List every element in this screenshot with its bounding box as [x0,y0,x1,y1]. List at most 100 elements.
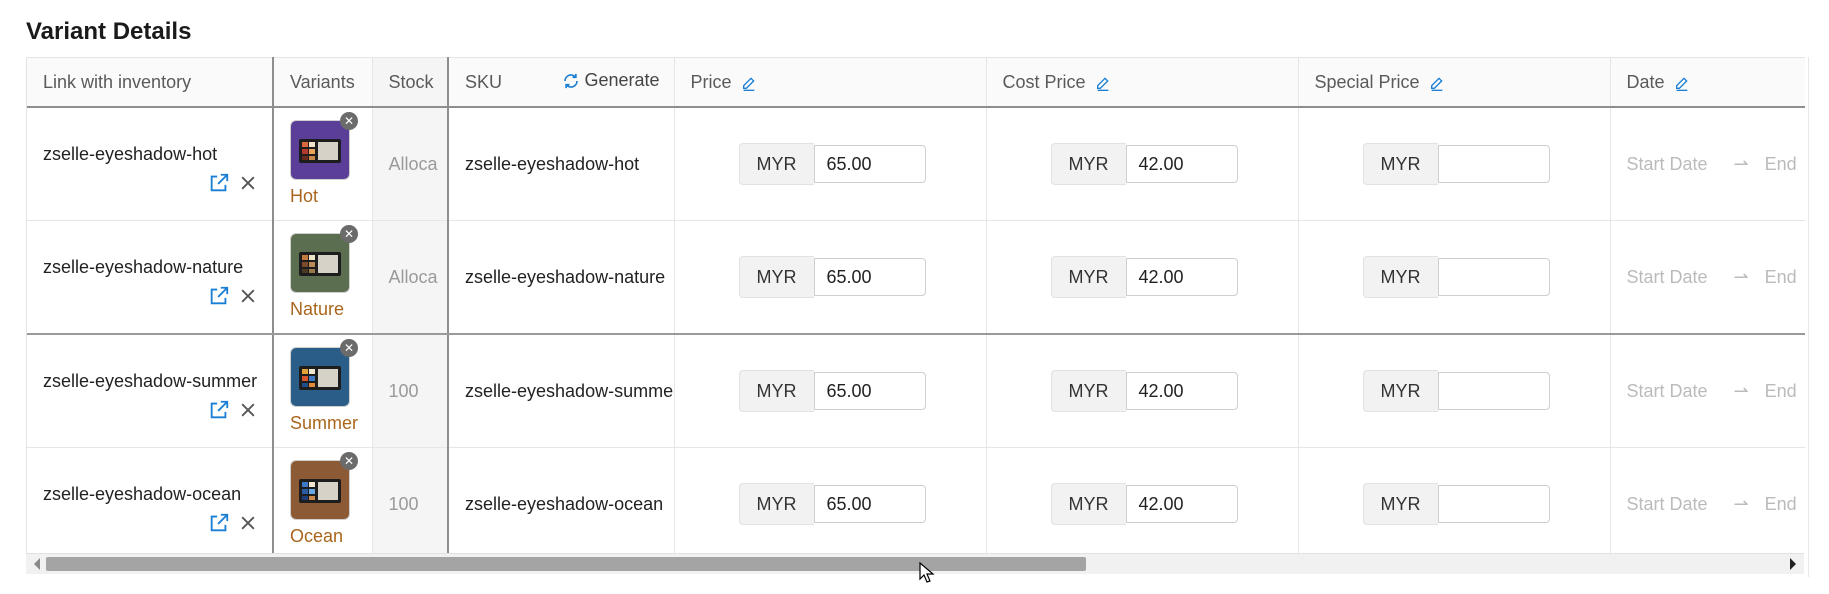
variant-image[interactable] [290,460,350,520]
pencil-icon[interactable] [1429,75,1445,91]
variant-image[interactable] [290,233,350,293]
date-range-cell[interactable]: Start Date ⇀ End [1610,334,1805,448]
date-range-cell[interactable]: Start Date ⇀ End [1610,447,1805,553]
cost-price-input[interactable]: 42.00 [1125,145,1238,183]
close-icon[interactable] [238,513,258,533]
start-date-placeholder[interactable]: Start Date [1627,267,1708,287]
refresh-icon [564,73,579,88]
column-header-special-price-label: Special Price [1314,71,1420,92]
currency-label: MYR [738,256,814,298]
arrow-right-icon: ⇀ [1733,266,1749,287]
table-row: zselle-eyeshadow-ocean ✕ Ocean 100 zsell… [27,447,1805,553]
end-date-placeholder[interactable]: End [1765,381,1797,401]
close-icon[interactable] [238,286,258,306]
scroll-left-arrow-icon[interactable] [34,558,40,570]
price-cell: MYR 65.00 [674,447,987,553]
column-header-sku-label: SKU [465,71,503,92]
external-link-icon[interactable] [208,172,230,194]
variant-image[interactable] [290,347,350,407]
currency-label: MYR [1050,256,1126,298]
sku-cell[interactable]: zselle-eyeshadow-nature [448,220,675,335]
column-header-cost-price: Cost Price [986,57,1299,108]
special-price-cell: MYR [1298,107,1611,221]
special-price-input[interactable] [1437,258,1550,296]
price-input[interactable]: 65.00 [813,145,926,183]
external-link-icon[interactable] [208,399,230,421]
variant-table: Link with inventory Variants Stock SKU G… [27,57,1805,553]
price-cell: MYR 65.00 [674,107,987,221]
variant-cell: ✕ Hot [273,107,373,221]
table-header-row: Link with inventory Variants Stock SKU G… [27,57,1805,108]
remove-variant-image-button[interactable]: ✕ [340,339,358,357]
close-icon[interactable] [238,400,258,420]
stock-cell[interactable]: 100 [372,447,449,553]
external-link-icon[interactable] [208,285,230,307]
price-input[interactable]: 65.00 [813,372,926,410]
pencil-icon[interactable] [741,75,757,91]
currency-label: MYR [1050,483,1126,525]
column-header-cost-price-label: Cost Price [1002,71,1086,92]
price-input[interactable]: 65.00 [813,485,926,523]
column-header-link: Link with inventory [27,57,274,108]
column-header-date: Date [1610,57,1805,108]
close-icon[interactable] [238,173,258,193]
cost-price-cell: MYR 42.00 [986,447,1299,553]
cost-price-input[interactable]: 42.00 [1125,485,1238,523]
date-range-cell[interactable]: Start Date ⇀ End [1610,107,1805,221]
arrow-right-icon: ⇀ [1733,380,1749,401]
variant-label: Ocean [290,526,344,546]
stock-cell[interactable]: Alloca [372,220,449,335]
pencil-icon[interactable] [1095,75,1111,91]
special-price-input[interactable] [1437,145,1550,183]
currency-label: MYR [738,483,814,525]
generate-sku-button[interactable]: Generate [562,70,660,91]
remove-variant-image-button[interactable]: ✕ [340,225,358,243]
start-date-placeholder[interactable]: Start Date [1627,154,1708,174]
remove-variant-image-button[interactable]: ✕ [340,452,358,470]
variant-image[interactable] [290,120,350,180]
horizontal-scrollbar[interactable] [26,553,1804,574]
variant-table-container[interactable]: Link with inventory Variants Stock SKU G… [26,57,1805,553]
special-price-input[interactable] [1437,372,1550,410]
variant-label: Hot [290,186,319,206]
start-date-placeholder[interactable]: Start Date [1627,494,1708,514]
cost-price-input[interactable]: 42.00 [1125,372,1238,410]
sku-cell[interactable]: zselle-eyeshadow-hot [448,107,675,221]
stock-cell[interactable]: 100 [372,334,449,448]
column-header-variants: Variants [273,57,373,108]
scroll-right-arrow-icon[interactable] [1790,558,1796,570]
date-range-cell[interactable]: Start Date ⇀ End [1610,220,1805,335]
stock-cell[interactable]: Alloca [372,107,449,221]
currency-label: MYR [1050,143,1126,185]
end-date-placeholder[interactable]: End [1765,494,1797,514]
sku-cell[interactable]: zselle-eyeshadow-summe [448,334,675,448]
table-row: zselle-eyeshadow-summer ✕ Summer 100 zse… [27,334,1805,448]
variant-label: Nature [290,299,345,319]
start-date-placeholder[interactable]: Start Date [1627,381,1708,401]
table-row: zselle-eyeshadow-hot ✕ Hot Alloca zselle… [27,107,1805,221]
special-price-input[interactable] [1437,485,1550,523]
currency-label: MYR [738,370,814,412]
table-row: zselle-eyeshadow-nature ✕ Nature Alloca … [27,220,1805,335]
link-name: zselle-eyeshadow-nature [43,257,244,277]
variant-cell: ✕ Ocean [273,447,373,553]
price-input[interactable]: 65.00 [813,258,926,296]
external-link-icon[interactable] [208,512,230,534]
variant-label: Summer [290,413,359,433]
end-date-placeholder[interactable]: End [1765,267,1797,287]
link-name: zselle-eyeshadow-ocean [43,484,242,504]
cost-price-cell: MYR 42.00 [986,334,1299,448]
column-header-sku: SKU Generate [448,57,675,108]
link-cell: zselle-eyeshadow-hot [27,107,274,221]
special-price-cell: MYR [1298,447,1611,553]
currency-label: MYR [1362,483,1438,525]
end-date-placeholder[interactable]: End [1765,154,1797,174]
pencil-icon[interactable] [1674,75,1690,91]
mouse-cursor-icon [919,562,935,583]
currency-label: MYR [1362,370,1438,412]
remove-variant-image-button[interactable]: ✕ [340,112,358,130]
sku-cell[interactable]: zselle-eyeshadow-ocean [448,447,675,553]
cost-price-input[interactable]: 42.00 [1125,258,1238,296]
special-price-cell: MYR [1298,220,1611,335]
link-cell: zselle-eyeshadow-nature [27,220,274,335]
